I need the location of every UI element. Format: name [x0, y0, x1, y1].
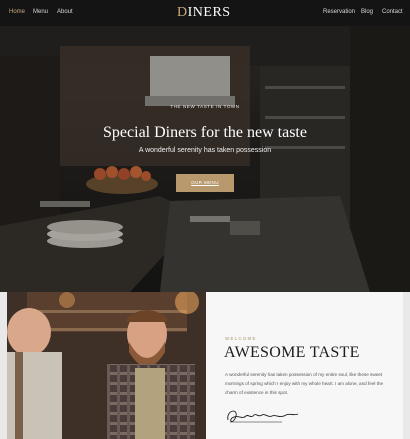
about-card: WELCOME AWESOME TASTE A wonderful sereni… — [206, 292, 403, 439]
nav-about[interactable]: About — [57, 9, 73, 15]
logo[interactable]: DINERS — [177, 5, 231, 21]
hero-section: THE NEW TASTE IN TOWN Special Diners for… — [0, 26, 410, 292]
hero-subtitle: A wonderful serenity has taken possessio… — [138, 147, 272, 154]
nav-blog[interactable]: Blog — [361, 9, 373, 15]
logo-initial: D — [177, 5, 188, 20]
nav-home[interactable]: Home — [9, 9, 25, 15]
hero-overlay — [0, 26, 410, 292]
about-eyebrow: WELCOME — [225, 336, 257, 341]
hero-headline: Special Diners for the new taste — [103, 124, 307, 141]
signature-image — [227, 410, 299, 423]
chefs-photo — [7, 292, 206, 439]
about-title: AWESOME TASTE — [224, 344, 360, 361]
nav-menu[interactable]: Menu — [33, 9, 48, 15]
nav-contact[interactable]: Contact — [382, 9, 403, 15]
nav-reservation[interactable]: Reservation — [323, 9, 355, 15]
top-nav: Home Menu About DINERS Reservation Blog … — [0, 0, 410, 26]
hero-eyebrow: THE NEW TASTE IN TOWN — [170, 104, 240, 109]
about-text: A wonderful serenity has taken possessio… — [225, 372, 384, 395]
our-menu-button[interactable]: OUR MENU — [176, 174, 234, 192]
about-section: WELCOME AWESOME TASTE A wonderful sereni… — [0, 292, 410, 439]
logo-text: INERS — [187, 5, 231, 20]
